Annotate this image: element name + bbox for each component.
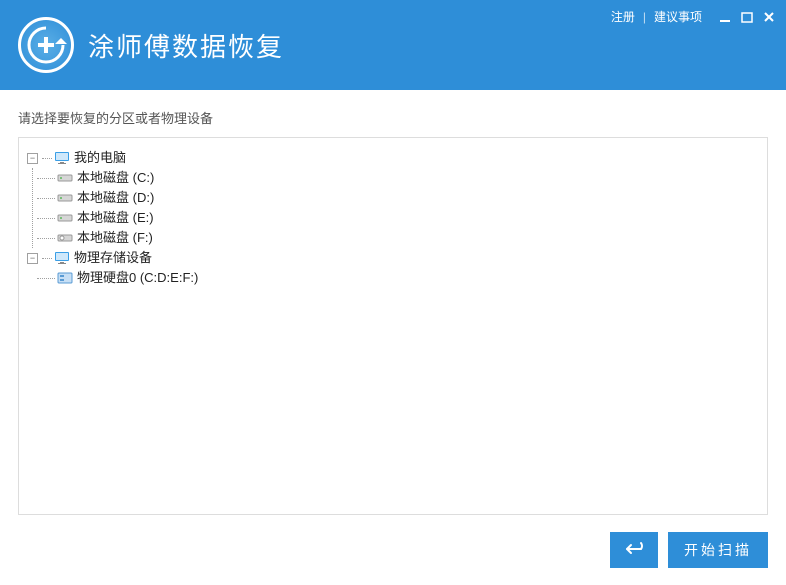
hard-disk-icon: [57, 271, 73, 285]
app-header: 注册 | 建议事项 涂师傅数据恢复: [0, 0, 786, 90]
instruction-text: 请选择要恢复的分区或者物理设备: [18, 108, 768, 127]
tree-label: 本地磁盘 (C:): [77, 168, 154, 188]
collapse-icon[interactable]: −: [27, 153, 38, 164]
tree-label: 本地磁盘 (D:): [77, 188, 154, 208]
device-tree-panel: − 我的电脑 本地磁盘 (C:) 本地磁盘 (D:): [18, 137, 768, 515]
minimize-button[interactable]: [718, 10, 732, 24]
drive-icon: [57, 191, 73, 205]
close-button[interactable]: [762, 10, 776, 24]
tree-node-my-computer[interactable]: − 我的电脑: [27, 148, 759, 168]
tree-node-drive[interactable]: 本地磁盘 (C:): [37, 168, 759, 188]
tree-label: 物理存储设备: [74, 248, 152, 268]
tree-label: 我的电脑: [74, 148, 126, 168]
tree-connector: [37, 218, 55, 219]
tree-node-physical-storage[interactable]: − 物理存储设备: [27, 248, 759, 268]
top-links: 注册 | 建议事项: [611, 8, 776, 25]
app-title: 涂师傅数据恢复: [88, 27, 284, 64]
drive-icon: [57, 171, 73, 185]
maximize-button[interactable]: [740, 10, 754, 24]
back-arrow-icon: [623, 540, 645, 561]
tree-node-physical-disk[interactable]: 物理硬盘0 (C:D:E:F:): [37, 268, 759, 288]
tree-connector: [37, 278, 55, 279]
tree-node-drive[interactable]: 本地磁盘 (D:): [37, 188, 759, 208]
tree-connector: [42, 258, 52, 259]
back-button[interactable]: [610, 532, 658, 568]
tree-label: 本地磁盘 (E:): [77, 208, 154, 228]
suggestion-link[interactable]: 建议事项: [654, 8, 702, 25]
register-link[interactable]: 注册: [611, 8, 635, 25]
monitor-icon: [54, 151, 70, 165]
tree-connector: [37, 178, 55, 179]
tree-children-my-computer: 本地磁盘 (C:) 本地磁盘 (D:) 本地磁盘 (E:): [32, 168, 759, 248]
disc-drive-icon: [57, 231, 73, 245]
start-scan-button[interactable]: 开始扫描: [668, 532, 768, 568]
tree-label: 物理硬盘0 (C:D:E:F:): [77, 268, 198, 288]
separator: |: [643, 10, 646, 24]
app-logo-icon: [18, 17, 74, 73]
tree-label: 本地磁盘 (F:): [77, 228, 153, 248]
tree-node-drive[interactable]: 本地磁盘 (E:): [37, 208, 759, 228]
tree-connector: [37, 238, 55, 239]
collapse-icon[interactable]: −: [27, 253, 38, 264]
window-controls: [718, 10, 776, 24]
footer-area: 开始扫描: [0, 515, 786, 585]
drive-icon: [57, 211, 73, 225]
body-area: 请选择要恢复的分区或者物理设备 − 我的电脑 本地磁盘 (C:): [0, 90, 786, 515]
monitor-icon: [54, 251, 70, 265]
tree-connector: [42, 158, 52, 159]
tree-children-physical: 物理硬盘0 (C:D:E:F:): [32, 268, 759, 288]
tree-node-drive[interactable]: 本地磁盘 (F:): [37, 228, 759, 248]
tree-connector: [37, 198, 55, 199]
